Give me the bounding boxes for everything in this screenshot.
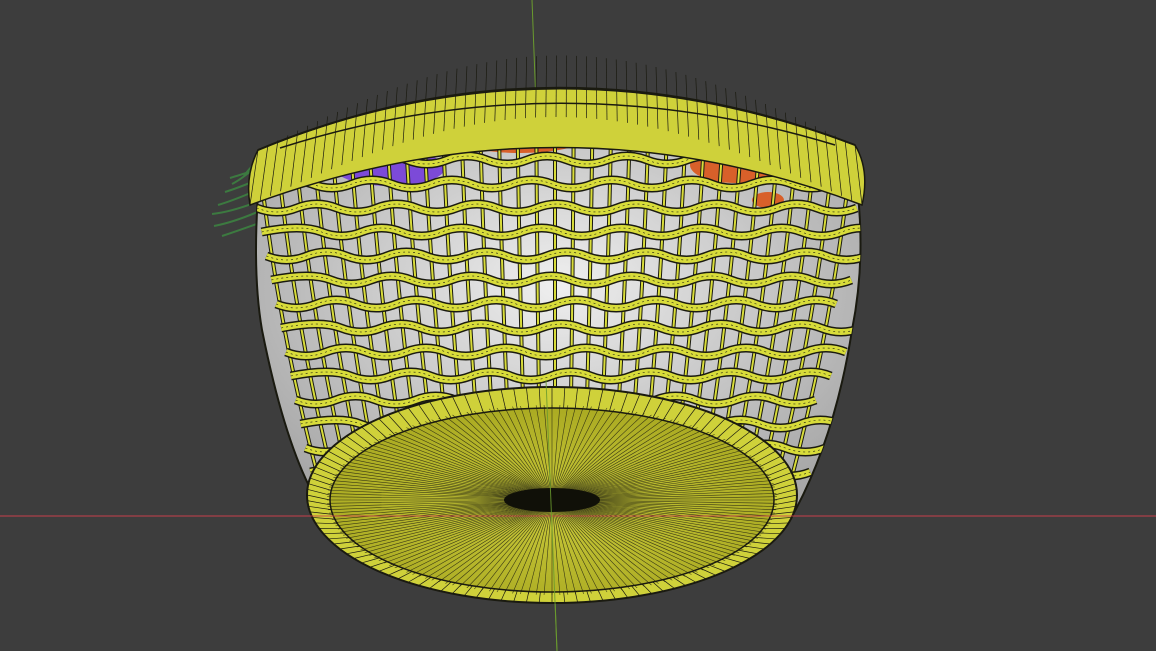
3d-viewport[interactable] [0,0,1156,651]
rim-wire [555,55,557,118]
base-center-hub [504,488,600,512]
basket-mesh[interactable] [247,55,887,604]
viewport-scene[interactable] [0,0,1156,651]
